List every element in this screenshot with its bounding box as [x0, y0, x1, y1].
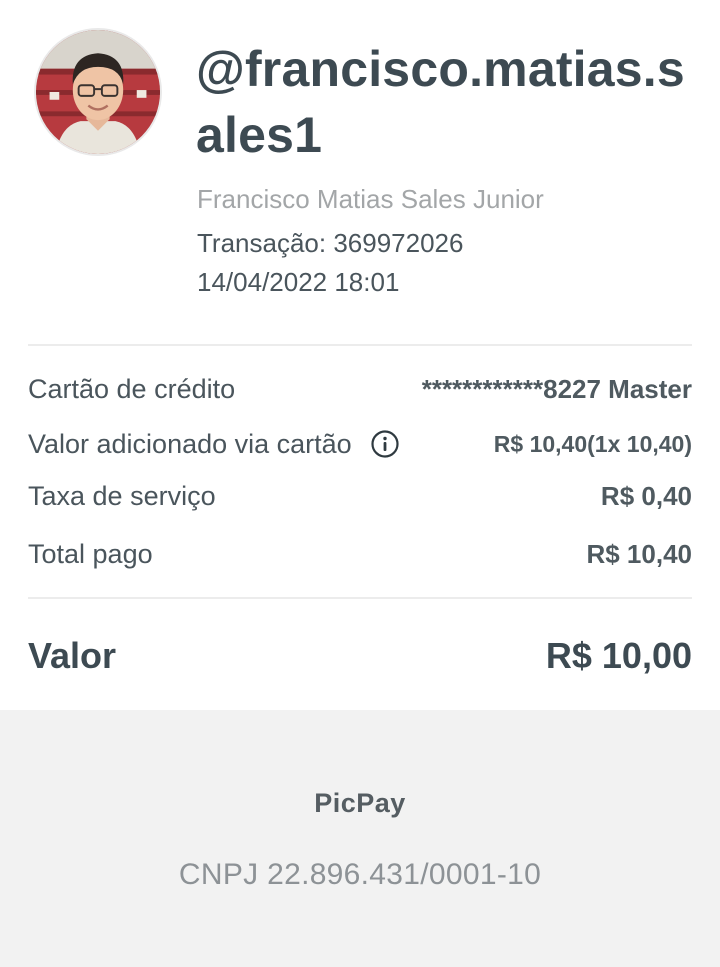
cnpj-text: CNPJ 22.896.431/0001-10 — [178, 858, 542, 891]
divider — [28, 597, 692, 599]
summary-row: Valor R$ 10,00 — [28, 632, 692, 680]
detail-label: Cartão de crédito — [28, 373, 236, 404]
summary-value: R$ 10,00 — [545, 635, 692, 676]
receipt-card: @francisco.matias.sales1 Francisco Matia… — [0, 0, 720, 710]
detail-label: Taxa de serviço — [28, 480, 216, 511]
picpay-logo: PicPay — [314, 788, 406, 818]
divider — [28, 344, 692, 346]
info-icon[interactable] — [370, 429, 400, 459]
avatar — [34, 28, 162, 156]
username: @francisco.matias.sales1 — [196, 41, 685, 163]
transaction-datetime: 14/04/2022 18:01 — [197, 267, 400, 297]
detail-value: ************8227 Master — [421, 373, 692, 404]
detail-row-total-paid: Total pago R$ 10,40 — [28, 534, 692, 574]
detail-value: R$ 10,40(1x 10,40) — [493, 430, 692, 457]
detail-value: R$ 10,40 — [586, 538, 692, 569]
detail-label: Total pago — [28, 538, 153, 569]
footer: PicPay CNPJ 22.896.431/0001-10 — [0, 710, 720, 967]
detail-row-card: Cartão de crédito ************8227 Maste… — [28, 369, 692, 409]
avatar-photo — [36, 30, 160, 154]
summary-label: Valor — [28, 635, 117, 676]
detail-value: R$ 0,40 — [600, 480, 692, 511]
full-name: Francisco Matias Sales Junior — [197, 184, 544, 214]
detail-label: Valor adicionado via cartão — [28, 428, 352, 459]
transaction-id: Transação: 369972026 — [197, 228, 464, 258]
detail-row-fee: Taxa de serviço R$ 0,40 — [28, 476, 692, 516]
detail-row-card-amount: Valor adicionado via cartão R$ 10,40(1x … — [28, 424, 692, 464]
